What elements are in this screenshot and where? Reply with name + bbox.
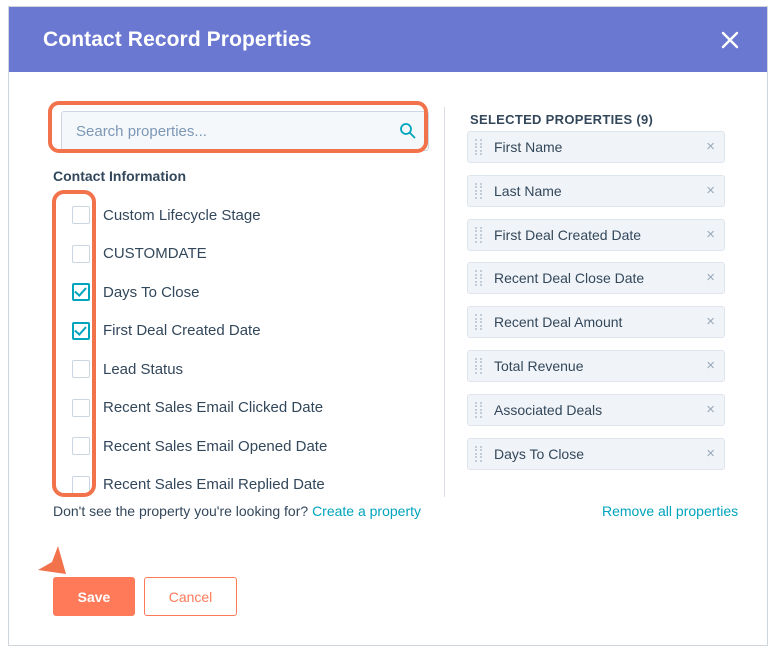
footnote-text: Don't see the property you're looking fo… bbox=[53, 503, 313, 519]
remove-all-properties-link[interactable]: Remove all properties bbox=[602, 503, 738, 519]
property-label: CUSTOMDATE bbox=[103, 245, 207, 263]
cancel-button[interactable]: Cancel bbox=[144, 577, 237, 616]
property-row[interactable]: First Deal Created Date bbox=[53, 312, 433, 351]
drag-handle-icon[interactable] bbox=[475, 401, 483, 419]
property-checkbox[interactable] bbox=[72, 206, 90, 225]
drag-handle-icon[interactable] bbox=[475, 226, 483, 244]
property-checkbox[interactable] bbox=[72, 475, 90, 494]
selected-property-label: Total Revenue bbox=[494, 357, 584, 374]
modal-body: Contact Information Custom Lifecycle Sta… bbox=[9, 72, 767, 645]
selected-property-label: Days To Close bbox=[494, 445, 585, 462]
drag-handle-icon[interactable] bbox=[475, 182, 483, 200]
selected-property-label: Recent Deal Amount bbox=[494, 314, 623, 331]
create-a-property-link[interactable]: Create a property bbox=[312, 503, 421, 519]
selected-property-chip[interactable]: Last Name × bbox=[467, 174, 725, 207]
selected-property-label: Associated Deals bbox=[494, 401, 603, 418]
property-checkbox[interactable] bbox=[72, 437, 90, 456]
remove-property-icon[interactable]: × bbox=[706, 313, 715, 331]
property-label: First Deal Created Date bbox=[103, 322, 261, 340]
close-icon[interactable] bbox=[715, 25, 745, 55]
property-row[interactable]: Recent Sales Email Replied Date bbox=[53, 466, 433, 505]
property-checkbox[interactable] bbox=[72, 360, 90, 379]
selected-property-chip[interactable]: Recent Deal Amount × bbox=[467, 306, 725, 339]
selected-properties-heading: SELECTED PROPERTIES (9) bbox=[470, 112, 654, 127]
search-field-wrapper bbox=[61, 111, 429, 151]
drag-handle-icon[interactable] bbox=[475, 139, 483, 156]
search-input[interactable] bbox=[61, 111, 429, 151]
create-property-footnote: Don't see the property you're looking fo… bbox=[53, 503, 421, 519]
drag-handle-icon[interactable] bbox=[475, 357, 483, 375]
property-row[interactable]: Custom Lifecycle Stage bbox=[53, 196, 433, 235]
property-label: Lead Status bbox=[103, 360, 184, 378]
property-label: Recent Sales Email Clicked Date bbox=[103, 399, 324, 417]
property-row[interactable]: Recent Sales Email Clicked Date bbox=[53, 389, 433, 428]
property-checkbox[interactable] bbox=[72, 321, 90, 340]
modal-header: Contact Record Properties bbox=[9, 7, 767, 72]
remove-property-icon[interactable]: × bbox=[706, 401, 715, 419]
property-checkbox[interactable] bbox=[72, 398, 90, 417]
contact-record-properties-modal: Contact Record Properties Contact Inform… bbox=[8, 6, 768, 646]
selected-property-label: First Name bbox=[494, 139, 563, 155]
remove-property-icon[interactable]: × bbox=[706, 226, 715, 244]
property-row[interactable]: CUSTOMDATE bbox=[53, 235, 433, 274]
selected-property-label: First Deal Created Date bbox=[494, 226, 642, 243]
drag-handle-icon[interactable] bbox=[475, 314, 483, 331]
remove-property-icon[interactable]: × bbox=[706, 445, 715, 463]
property-checkbox-list: Custom Lifecycle Stage CUSTOMDATE Days To … bbox=[53, 196, 433, 504]
selected-properties-list: First Name × Last Name × First Deal Created … bbox=[467, 131, 725, 481]
selected-property-chip[interactable]: Recent Deal Close Date × bbox=[467, 262, 725, 295]
selected-property-chip[interactable]: Days To Close × bbox=[467, 437, 725, 470]
drag-handle-icon[interactable] bbox=[475, 445, 483, 463]
property-row[interactable]: Recent Sales Email Opened Date bbox=[53, 427, 433, 466]
property-checkbox[interactable] bbox=[72, 283, 90, 302]
remove-property-icon[interactable]: × bbox=[706, 182, 715, 200]
property-label: Recent Sales Email Replied Date bbox=[103, 476, 325, 494]
selected-property-label: Last Name bbox=[494, 182, 562, 199]
remove-property-icon[interactable]: × bbox=[706, 357, 715, 375]
selected-property-label: Recent Deal Close Date bbox=[494, 270, 645, 287]
property-label: Recent Sales Email Opened Date bbox=[103, 437, 328, 455]
selected-property-chip[interactable]: Total Revenue × bbox=[467, 349, 725, 382]
remove-property-icon[interactable]: × bbox=[706, 269, 715, 287]
property-checkbox[interactable] bbox=[72, 244, 90, 263]
property-label: Custom Lifecycle Stage bbox=[103, 206, 261, 224]
page-title: Contact Record Properties bbox=[43, 28, 312, 51]
save-button[interactable]: Save bbox=[53, 577, 135, 616]
selected-property-chip[interactable]: First Name × bbox=[467, 131, 725, 163]
selected-property-chip[interactable]: Associated Deals × bbox=[467, 393, 725, 426]
selected-property-chip[interactable]: First Deal Created Date × bbox=[467, 218, 725, 251]
available-properties-pane: Contact Information Custom Lifecycle Sta… bbox=[9, 72, 444, 645]
property-row[interactable]: Lead Status bbox=[53, 350, 433, 389]
remove-property-icon[interactable]: × bbox=[706, 138, 715, 156]
property-label: Days To Close bbox=[103, 283, 200, 301]
selected-properties-pane: SELECTED PROPERTIES (9) First Name × Last … bbox=[444, 72, 767, 645]
property-row[interactable]: Days To Close bbox=[53, 273, 433, 312]
property-group-heading: Contact Information bbox=[53, 168, 186, 184]
drag-handle-icon[interactable] bbox=[475, 270, 483, 287]
